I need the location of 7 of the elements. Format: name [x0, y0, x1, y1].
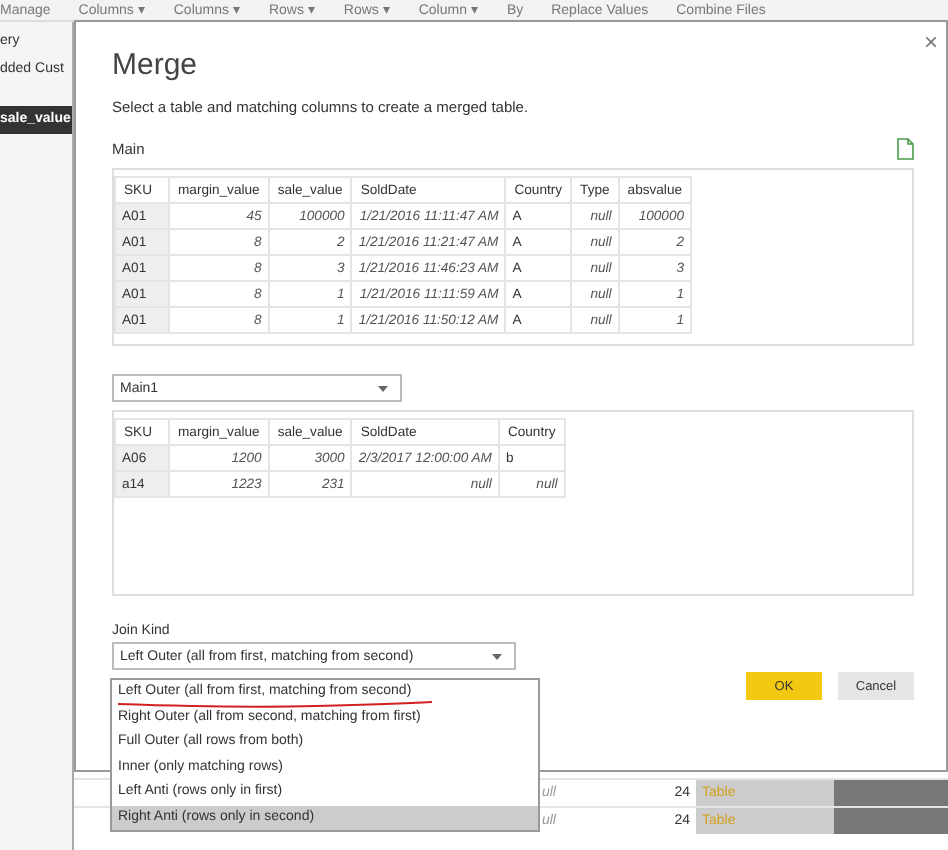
- document-icon[interactable]: [896, 138, 914, 160]
- dark-panel: [834, 808, 948, 834]
- dark-panel: [834, 780, 948, 806]
- close-button[interactable]: ×: [923, 28, 938, 56]
- caret-icon: [492, 653, 502, 659]
- dialog-title: Merge: [112, 48, 200, 86]
- caret-icon: [378, 385, 388, 391]
